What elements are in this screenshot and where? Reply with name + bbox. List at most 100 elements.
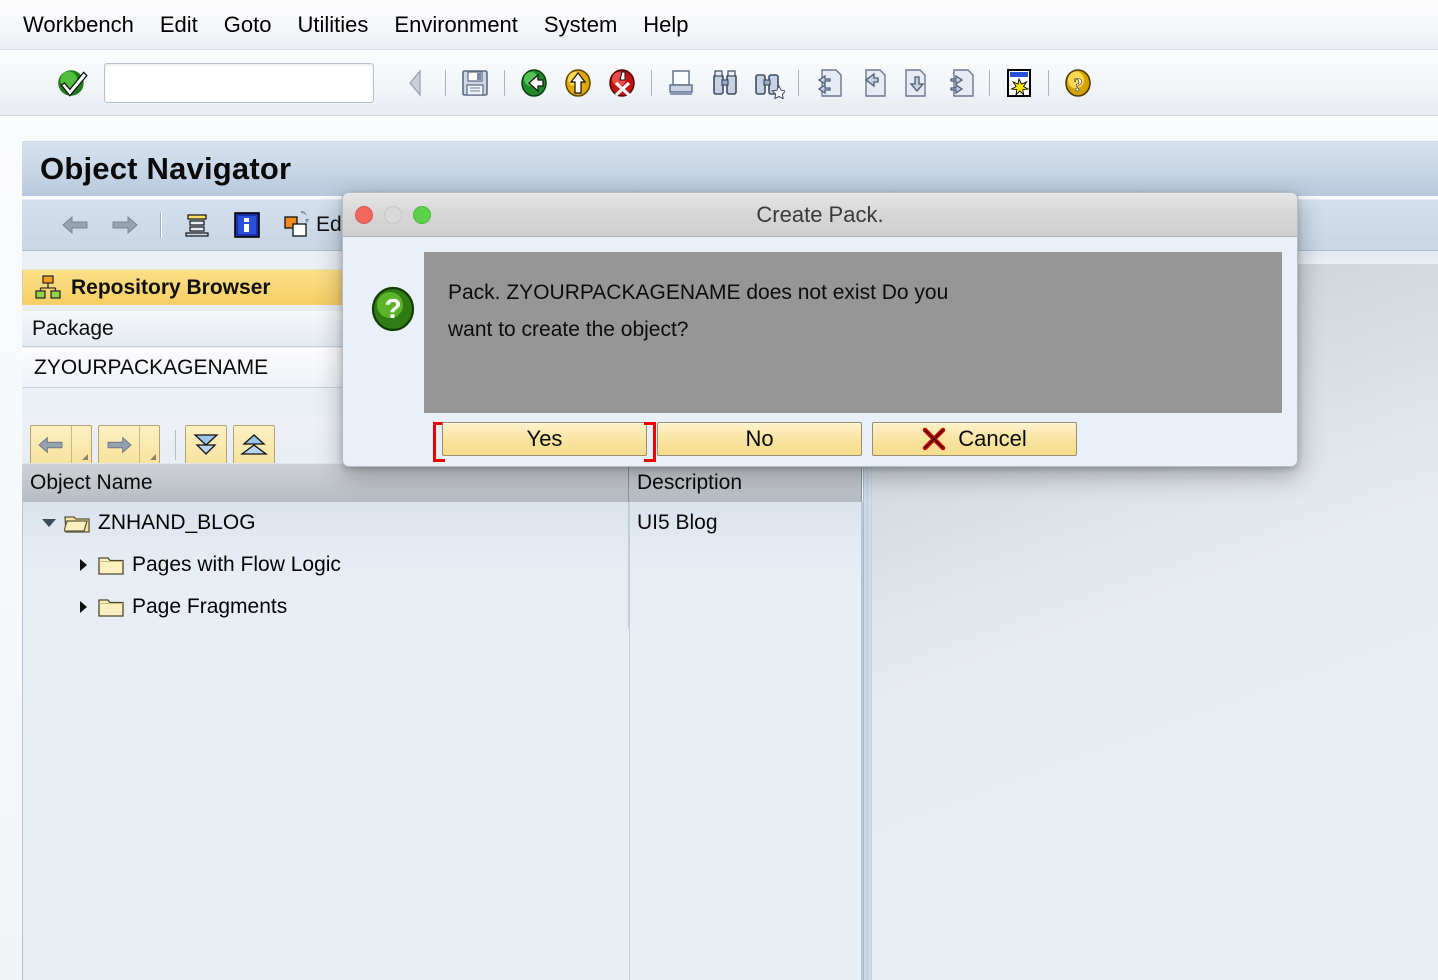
menu-item-help[interactable]: Help (630, 10, 701, 40)
first-page-button[interactable] (806, 67, 850, 99)
red-cancel-icon (609, 69, 635, 97)
info-icon (234, 212, 260, 238)
tree-node-description (629, 586, 862, 628)
dialog-button-bar: Yes No Cancel (343, 411, 1297, 466)
table-row[interactable]: Pages with Flow Logic (22, 544, 862, 586)
create-package-dialog: Create Pack. ? Pack. ZYOURPACKAGENAME do… (342, 192, 1298, 467)
next-page-icon (905, 69, 926, 97)
twisty-collapsed-icon[interactable] (74, 601, 92, 613)
table-row[interactable]: ZNHAND_BLOG UI5 Blog (22, 502, 862, 544)
previous-page-button[interactable] (850, 67, 894, 99)
back-arrow-button[interactable] (394, 67, 438, 99)
tree-column-header: Object Name Description (22, 463, 862, 502)
menu-item-system[interactable]: System (531, 10, 630, 40)
collapse-up-icon (240, 434, 268, 455)
menu-item-environment[interactable]: Environment (381, 10, 531, 40)
svg-text:?: ? (384, 293, 401, 324)
column-header-object-name[interactable]: Object Name (22, 463, 629, 502)
green-back-icon (521, 69, 547, 97)
toolbar-divider (651, 70, 652, 96)
right-arrow-icon-wrap (99, 434, 139, 456)
left-arrow-icon-wrap (31, 434, 71, 456)
dialog-message-box: Pack. ZYOURPACKAGENAME does not exist Do… (424, 252, 1282, 413)
command-field[interactable] (104, 63, 374, 103)
left-arrow-icon (38, 436, 63, 454)
find-next-button[interactable] (747, 67, 791, 99)
other-objects-button[interactable] (172, 210, 222, 240)
column-header-description[interactable]: Description (629, 463, 862, 502)
print-icon (669, 70, 693, 95)
menu-item-goto[interactable]: Goto (211, 10, 285, 40)
toolbar-divider (989, 70, 990, 96)
cancel-button[interactable]: Cancel (872, 421, 1077, 456)
collapse-all-button[interactable] (233, 425, 275, 465)
toolbar-divider (445, 70, 446, 96)
nav-back-button[interactable] (30, 425, 92, 465)
twisty-collapsed-icon[interactable] (74, 559, 92, 571)
tree-left-border (22, 502, 23, 980)
page-title: Object Navigator (40, 151, 292, 186)
package-field-label: Package (32, 316, 114, 340)
save-button[interactable] (453, 67, 497, 99)
system-toolbar: ? (0, 51, 1438, 116)
repository-tree-icon (35, 274, 61, 299)
twisty-expanded-icon[interactable] (40, 519, 58, 527)
menu-item-edit[interactable]: Edit (147, 10, 211, 40)
minimize-traffic-light[interactable] (384, 205, 402, 224)
folder-icon (98, 599, 124, 617)
menu-item-utilities[interactable]: Utilities (285, 10, 382, 40)
dialog-titlebar[interactable]: Create Pack. (343, 193, 1297, 237)
tree-column-separator (629, 502, 630, 980)
nav-divider (175, 430, 176, 460)
yes-button[interactable]: Yes (442, 421, 647, 456)
first-page-icon (817, 69, 842, 97)
toolbar-divider (1048, 70, 1049, 96)
right-arrow-icon (112, 215, 138, 235)
info-button[interactable] (222, 210, 272, 240)
tree-node-description (629, 544, 862, 586)
left-arrow-icon (62, 215, 88, 235)
tree-node-page-fragments[interactable]: Page Fragments (22, 586, 629, 628)
dialog-message-line-1: Pack. ZYOURPACKAGENAME does not exist Do… (448, 281, 949, 304)
green-question-icon: ? (371, 286, 415, 332)
object-tree: ZNHAND_BLOG UI5 Blog Pages with Flow Log… (22, 502, 862, 980)
green-check-icon[interactable] (55, 66, 89, 100)
app-back-button[interactable] (50, 210, 100, 240)
toolbar-divider (798, 70, 799, 96)
no-button[interactable]: No (657, 421, 862, 456)
zoom-traffic-light[interactable] (413, 205, 431, 224)
close-traffic-light[interactable] (355, 205, 373, 224)
app-toolbar-divider (160, 212, 162, 238)
print-button[interactable] (659, 67, 703, 99)
sap-gui-window: Workbench Edit Goto Utilities Environmen… (0, 0, 1438, 980)
window-controls (355, 205, 431, 224)
help-question-icon: ? (1065, 69, 1091, 97)
app-forward-button[interactable] (100, 210, 150, 240)
tree-node-description: UI5 Blog (629, 502, 862, 544)
menu-item-workbench[interactable]: Workbench (10, 10, 147, 40)
tree-node-pages-with-flow-logic[interactable]: Pages with Flow Logic (22, 544, 629, 586)
menu-bar: Workbench Edit Goto Utilities Environmen… (0, 0, 1438, 50)
green-back-button[interactable] (512, 67, 556, 99)
exit-button[interactable] (556, 67, 600, 99)
tab-repository-browser-label: Repository Browser (71, 275, 271, 299)
create-session-button[interactable] (997, 67, 1041, 99)
next-page-button[interactable] (894, 67, 938, 99)
tree-node-label: Page Fragments (132, 595, 288, 618)
help-button[interactable]: ? (1056, 67, 1100, 99)
nav-back-dropdown[interactable] (71, 426, 91, 464)
tree-node-label: Pages with Flow Logic (132, 553, 341, 576)
nav-forward-button[interactable] (98, 425, 160, 465)
expand-down-icon (193, 434, 219, 455)
cancel-button-label: Cancel (958, 425, 1027, 451)
last-page-button[interactable] (938, 67, 982, 99)
nav-forward-dropdown[interactable] (139, 426, 159, 464)
cancel-button[interactable] (600, 67, 644, 99)
open-folder-icon (64, 516, 90, 533)
expand-all-button[interactable] (185, 425, 227, 465)
folder-icon (98, 557, 124, 575)
tree-node-znhand-blog[interactable]: ZNHAND_BLOG (22, 502, 629, 544)
find-binoculars-icon (713, 70, 737, 95)
table-row[interactable]: Page Fragments (22, 586, 862, 628)
find-button[interactable] (703, 67, 747, 99)
